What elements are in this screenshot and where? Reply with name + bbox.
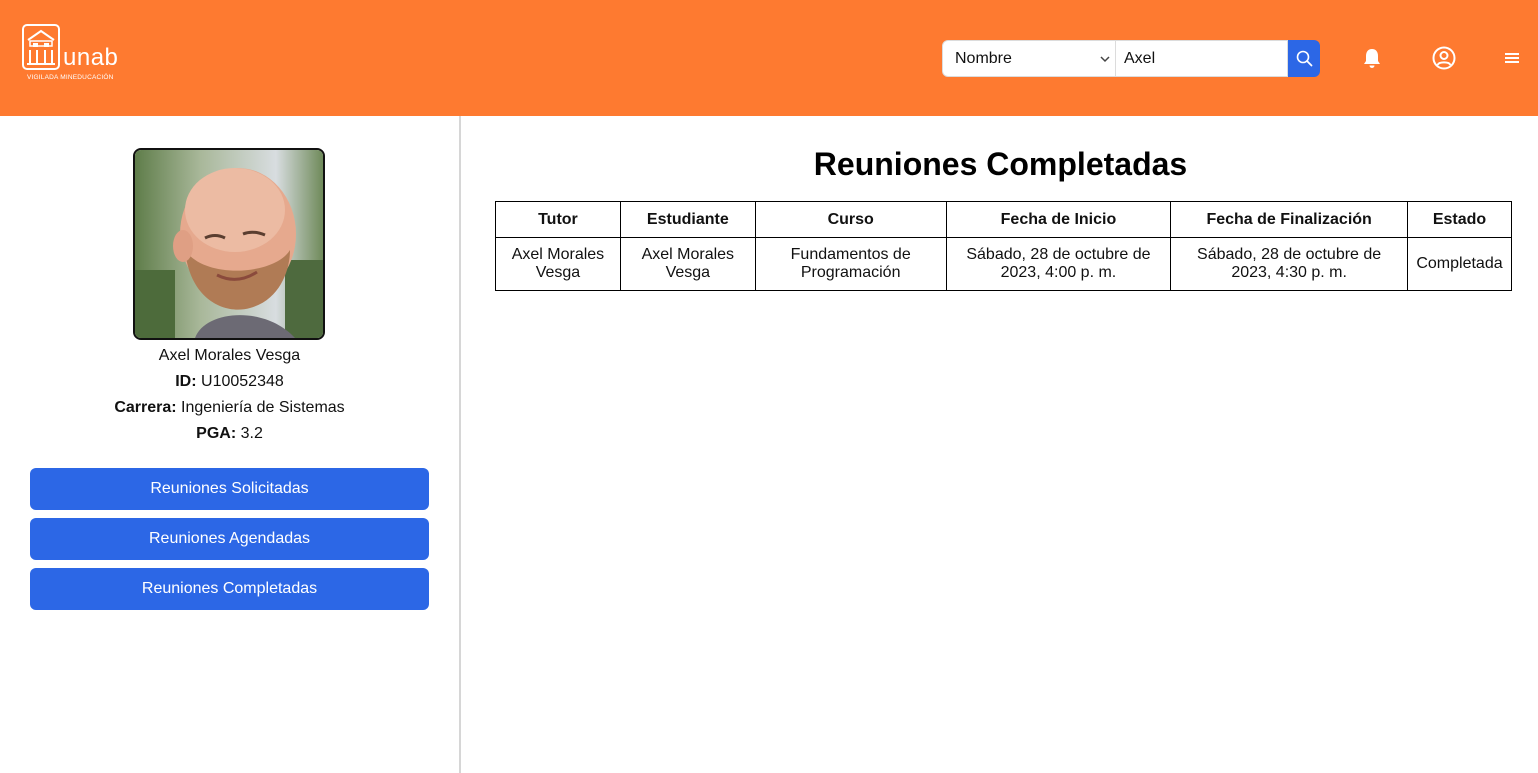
avatar <box>133 148 325 340</box>
cell-student: Axel Morales Vesga <box>619 237 756 291</box>
top-header: unab VIGILADA MINEDUCACIÓN Nombre <box>0 0 1538 116</box>
cell-status: Completada <box>1406 237 1513 291</box>
building-logo-icon <box>22 24 60 70</box>
scheduled-meetings-button[interactable]: Reuniones Agendadas <box>30 518 429 560</box>
profile-pga-value: 3.2 <box>240 425 263 442</box>
cell-start-date: Sábado, 28 de octubre de 2023, 4:00 p. m… <box>945 237 1172 291</box>
cell-tutor: Axel Morales Vesga <box>495 237 621 291</box>
column-header-status: Estado <box>1406 201 1513 238</box>
profile-pga: PGA: 3.2 <box>0 425 459 443</box>
column-header-student: Estudiante <box>619 201 756 238</box>
profile-id: ID: U10052348 <box>0 373 459 391</box>
bell-icon <box>1364 49 1380 68</box>
cell-course: Fundamentos de Programación <box>754 237 947 291</box>
search-icon <box>1296 50 1312 67</box>
profile-career-value: Ingeniería de Sistemas <box>181 399 345 416</box>
profile-id-value: U10052348 <box>201 373 284 390</box>
column-header-end-date: Fecha de Finalización <box>1170 201 1408 238</box>
logo-subtext: VIGILADA MINEDUCACIÓN <box>27 74 114 81</box>
logo-text: unab <box>63 44 119 71</box>
cell-end-date: Sábado, 28 de octubre de 2023, 4:30 p. m… <box>1170 237 1408 291</box>
meetings-table: Tutor Estudiante Curso Fecha de Inicio F… <box>495 201 1513 291</box>
profile-career-label: Carrera: <box>114 399 177 416</box>
profile-pga-label: PGA: <box>196 425 237 442</box>
unab-logo[interactable]: unab VIGILADA MINEDUCACIÓN <box>22 24 122 86</box>
search-bar: Nombre <box>942 40 1320 77</box>
menu-button[interactable] <box>1498 44 1526 72</box>
profile-photo <box>135 150 323 338</box>
profile-name: Axel Morales Vesga <box>158 347 301 364</box>
table-row: Axel Morales Vesga Axel Morales Vesga Fu… <box>495 237 1513 291</box>
search-input[interactable] <box>1116 40 1288 77</box>
menu-icon <box>1505 53 1519 63</box>
completed-meetings-button[interactable]: Reuniones Completadas <box>30 568 429 610</box>
search-filter-value: Nombre <box>955 50 1012 67</box>
requested-meetings-button[interactable]: Reuniones Solicitadas <box>30 468 429 510</box>
profile-sidebar: Axel Morales Vesga ID: U10052348 Carrera… <box>0 116 461 773</box>
table-header-row: Tutor Estudiante Curso Fecha de Inicio F… <box>495 201 1513 238</box>
search-filter-select[interactable]: Nombre <box>942 40 1116 77</box>
column-header-tutor: Tutor <box>495 201 621 238</box>
chevron-down-icon <box>1100 56 1110 63</box>
profile-id-label: ID: <box>175 373 197 390</box>
page-title: Reuniones Completadas <box>813 146 1188 182</box>
profile-button[interactable] <box>1430 44 1458 72</box>
profile-career: Carrera: Ingeniería de Sistemas <box>0 399 459 417</box>
column-header-start-date: Fecha de Inicio <box>945 201 1172 238</box>
column-header-course: Curso <box>754 201 947 238</box>
user-circle-icon <box>1432 46 1456 70</box>
search-button[interactable] <box>1288 40 1320 77</box>
notifications-button[interactable] <box>1358 44 1386 72</box>
